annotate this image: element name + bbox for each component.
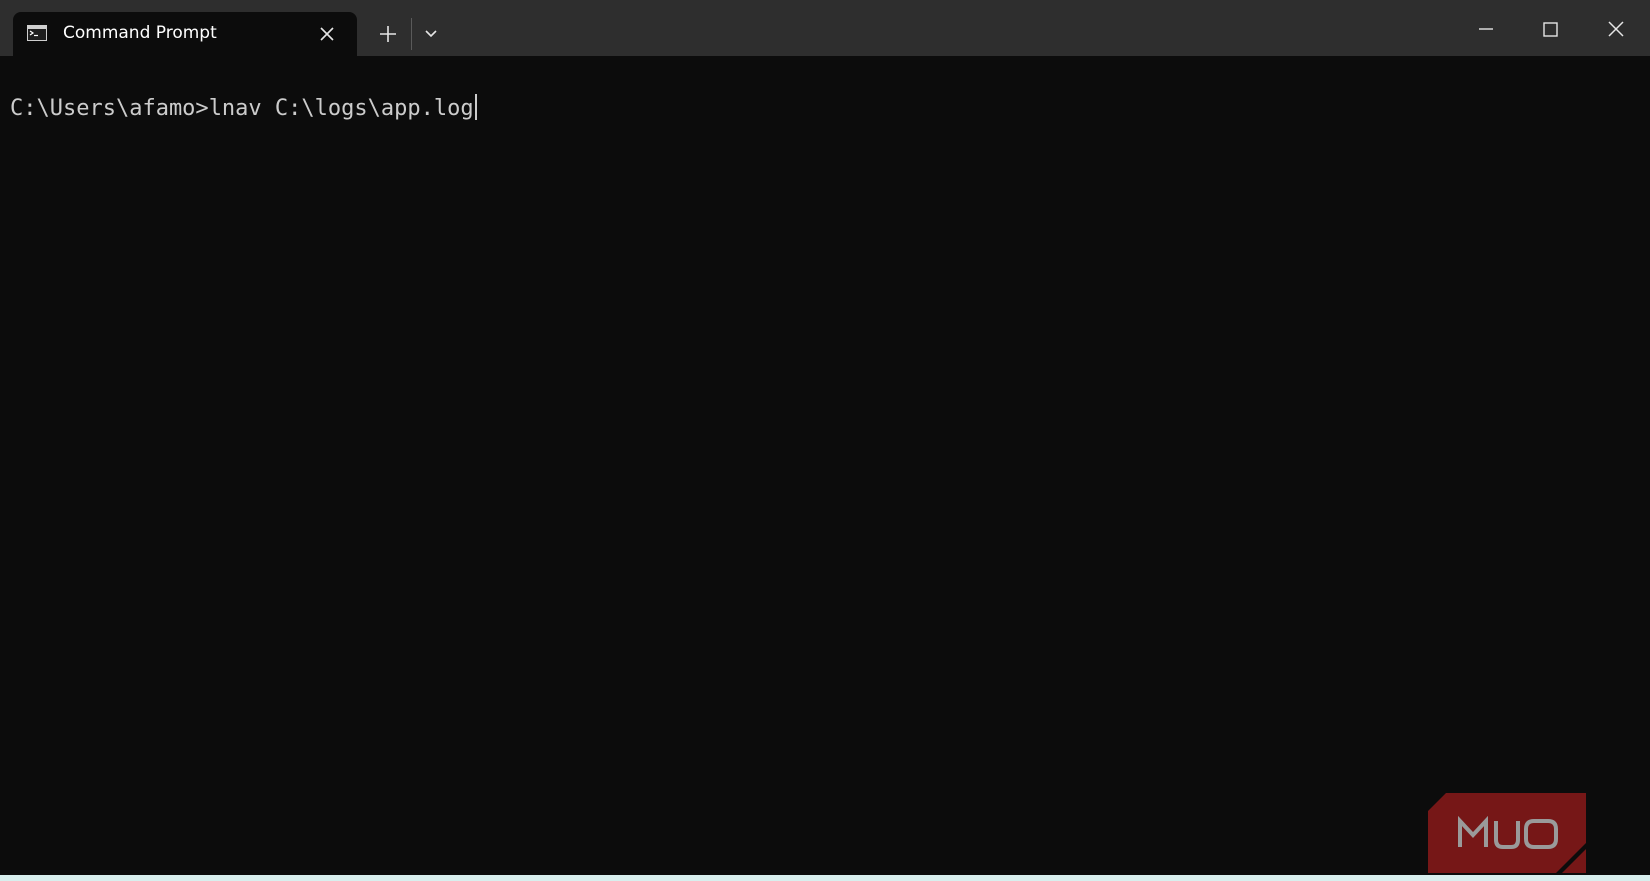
close-icon [1608,21,1624,37]
title-bar: Command Prompt [0,0,1650,56]
muo-watermark-logo [1428,793,1586,873]
maximize-button[interactable] [1534,13,1566,45]
tab-command-prompt[interactable]: Command Prompt [13,12,357,56]
close-icon[interactable] [315,22,339,46]
text-cursor [474,94,477,120]
command-text: lnav C:\logs\app.log [208,96,474,121]
prompt-path: C:\Users\afamo> [10,96,209,121]
plus-icon [380,26,396,42]
window-close-button[interactable] [1600,13,1632,45]
minimize-icon [1479,28,1493,30]
terminal-output[interactable]: C:\Users\afamo>lnav C:\logs\app.log [0,56,1650,875]
chevron-down-icon [425,30,437,38]
maximize-icon [1543,22,1558,37]
console-icon [27,25,47,41]
desktop-edge-strip [0,875,1650,881]
tab-dropdown-button[interactable] [417,20,445,48]
tab-divider [411,18,412,50]
terminal-window: Command Prompt C:\Users\afamo>lnav C:\lo… [0,0,1650,881]
new-tab-button[interactable] [372,20,404,48]
command-line[interactable]: C:\Users\afamo>lnav C:\logs\app.log [10,94,477,123]
minimize-button[interactable] [1470,13,1502,45]
tab-title: Command Prompt [63,23,217,43]
